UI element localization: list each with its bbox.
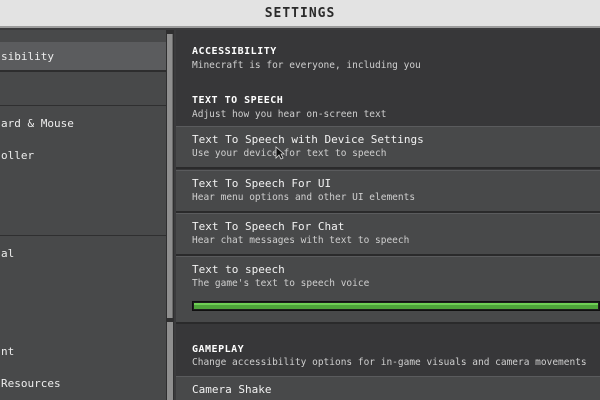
accessibility-subtitle: Minecraft is for everyone, including you: [192, 60, 421, 71]
option-camera-shake[interactable]: Camera Shake: [176, 376, 600, 400]
tts-subtitle: Adjust how you hear on-screen text: [192, 109, 387, 120]
option-title: Text To Speech with Device Settings: [192, 133, 424, 146]
sidebar-item-blank-5[interactable]: [0, 302, 166, 332]
voice-slider-fill: [194, 303, 598, 309]
option-tts-device-settings[interactable]: Text To Speech with Device Settings Use …: [176, 126, 600, 169]
sidebar-item-accessibility[interactable]: sibility: [0, 42, 166, 72]
sidebar-item-label: nt: [1, 344, 15, 358]
option-description: Hear menu options and other UI elements: [192, 192, 416, 203]
settings-sidebar: sibility ard & Mouse oller al nt Resourc…: [0, 30, 166, 400]
sidebar-item-blank-4[interactable]: [0, 270, 166, 300]
option-title: Text To Speech For Chat: [192, 220, 345, 233]
option-tts-voice: Text to speech The game's text to speech…: [176, 256, 600, 324]
sidebar-item-label: sibility: [1, 49, 54, 63]
sidebar-item-general[interactable]: al: [0, 238, 166, 268]
gameplay-subtitle: Change accessibility options for in-game…: [192, 357, 587, 368]
sidebar-divider: [0, 105, 166, 106]
sidebar-item-keyboard-mouse[interactable]: ard & Mouse: [0, 108, 166, 138]
sidebar-item-blank-1[interactable]: [0, 74, 166, 104]
sidebar-item-controller[interactable]: oller: [0, 140, 166, 170]
sidebar-item-label: ard & Mouse: [1, 116, 74, 130]
accessibility-heading: ACCESSIBILITY: [192, 46, 277, 57]
sidebar-item-label: oller: [1, 148, 35, 162]
settings-content: ACCESSIBILITY Minecraft is for everyone,…: [176, 30, 600, 400]
sidebar-item-account[interactable]: nt: [0, 336, 166, 366]
sidebar-scroll-thumb-lower[interactable]: [167, 322, 173, 400]
page-title: SETTINGS: [264, 5, 336, 21]
sidebar-divider: [0, 235, 166, 236]
option-description: The game's text to speech voice: [192, 278, 370, 289]
title-bar: SETTINGS: [0, 0, 600, 28]
sidebar-item-resources[interactable]: Resources: [0, 368, 166, 398]
option-title: Text to speech: [192, 263, 285, 276]
sidebar-item-label: Resources: [1, 376, 61, 390]
option-description: Hear chat messages with text to speech: [192, 235, 410, 246]
tts-heading: TEXT TO SPEECH: [192, 95, 284, 106]
option-title: Text To Speech For UI: [192, 177, 332, 190]
option-title: Camera Shake: [192, 383, 272, 396]
option-tts-ui[interactable]: Text To Speech For UI Hear menu options …: [176, 170, 600, 213]
sidebar-item-blank-3[interactable]: [0, 204, 166, 234]
gameplay-heading: GAMEPLAY: [192, 344, 245, 355]
sidebar-item-blank-2[interactable]: [0, 172, 166, 202]
sidebar-item-label: al: [1, 246, 15, 260]
option-description: Use your device for text to speech: [192, 148, 387, 159]
sidebar-scroll-thumb[interactable]: [167, 34, 173, 318]
option-tts-chat[interactable]: Text To Speech For Chat Hear chat messag…: [176, 213, 600, 256]
voice-slider[interactable]: [192, 301, 600, 311]
